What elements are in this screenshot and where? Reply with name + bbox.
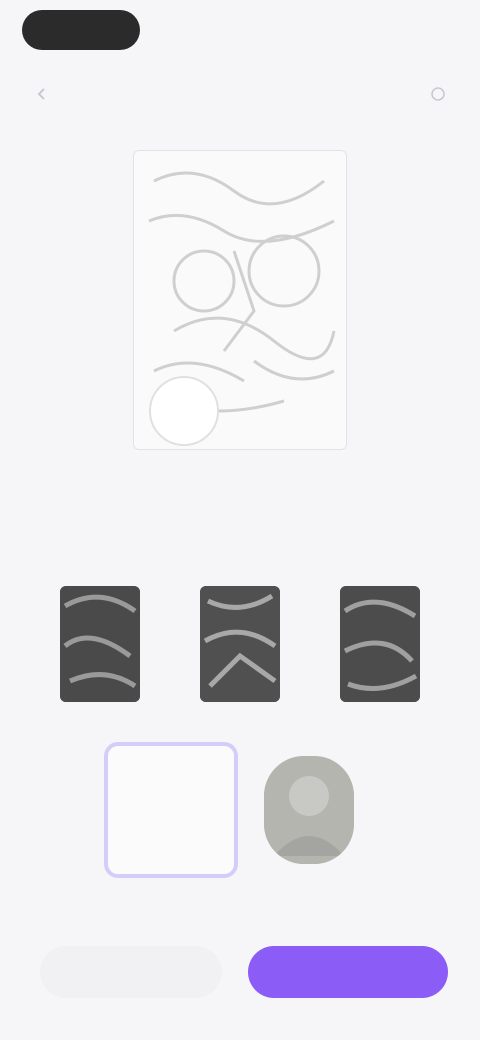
preview-actions: [0, 468, 480, 492]
secondary-button[interactable]: [40, 946, 222, 998]
status-bar-pill: [22, 10, 140, 50]
template-thumb-3-art: [340, 586, 420, 702]
template-thumb-2[interactable]: [200, 586, 280, 702]
primary-button[interactable]: [248, 946, 448, 998]
line-art-illustration: [134, 151, 346, 449]
more-icon[interactable]: [426, 82, 450, 106]
photo-option-image: [264, 756, 354, 864]
top-bar: [0, 70, 480, 118]
coloring-page-preview[interactable]: [133, 150, 347, 450]
back-arrow-icon[interactable]: [30, 82, 54, 106]
template-thumb-3[interactable]: [340, 586, 420, 702]
template-list: [60, 586, 420, 706]
template-thumb-2-art: [200, 586, 280, 702]
template-thumb-1-art: [60, 586, 140, 702]
blank-canvas-option[interactable]: [104, 742, 238, 878]
template-thumb-1[interactable]: [60, 586, 140, 702]
source-options: [100, 738, 380, 888]
photo-option[interactable]: [264, 756, 354, 864]
